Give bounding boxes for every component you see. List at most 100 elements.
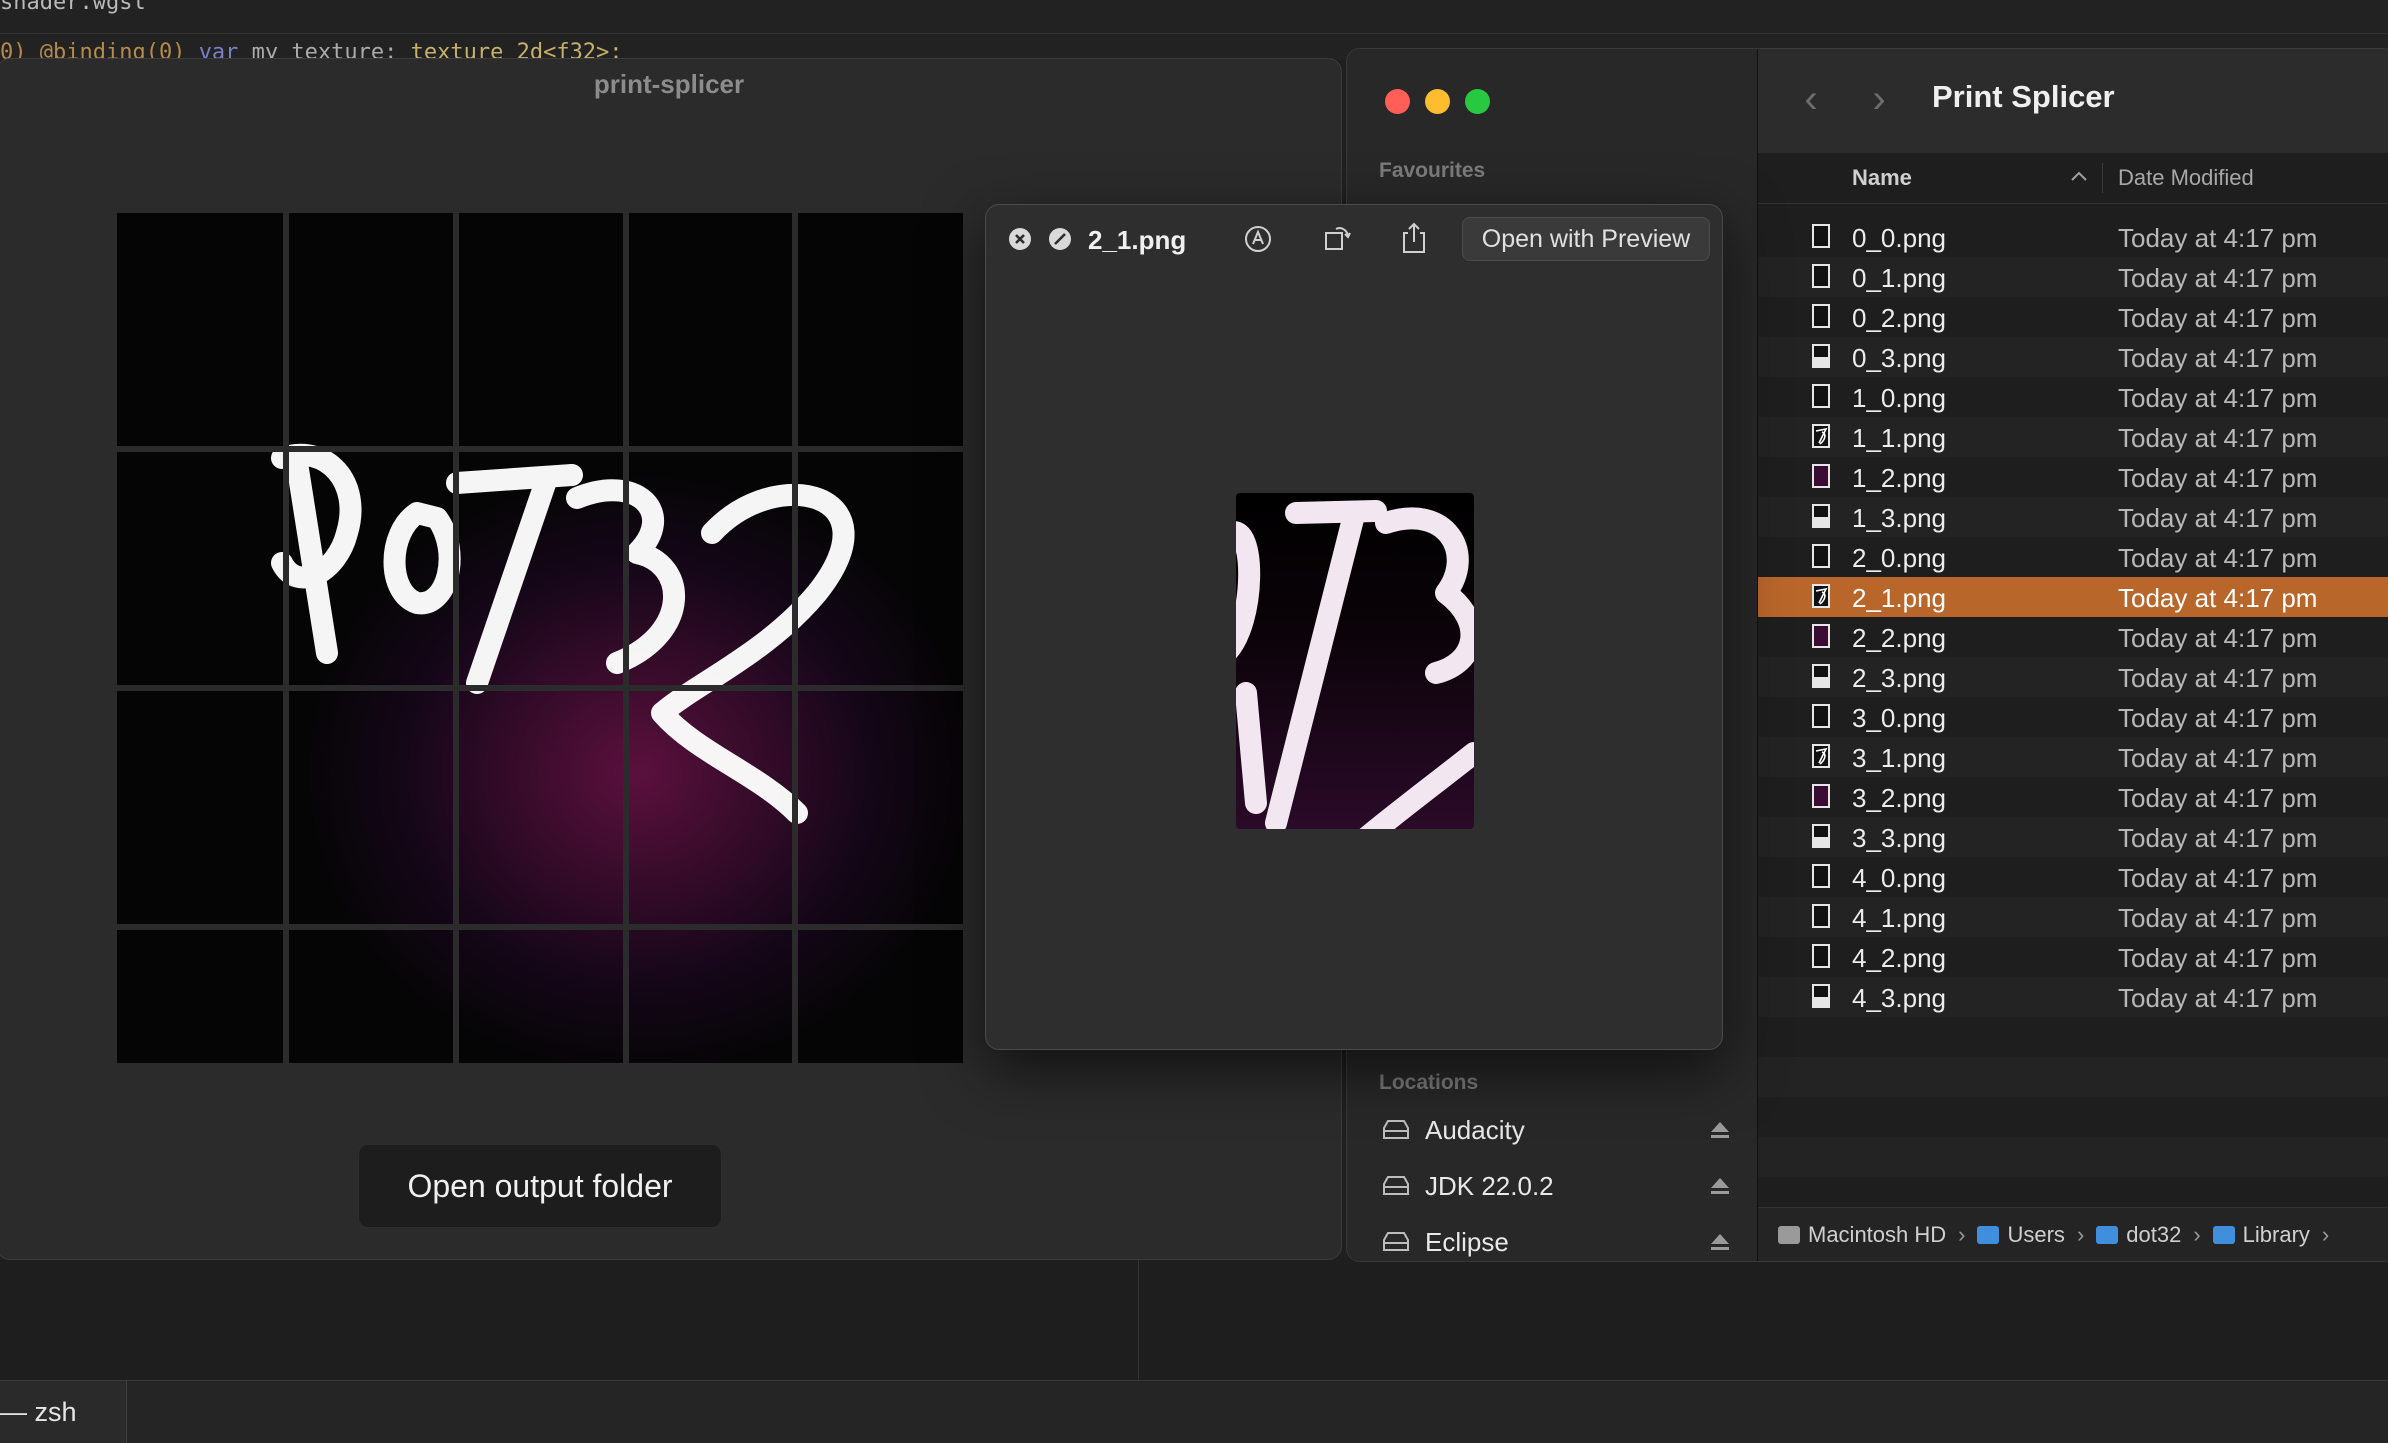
chevron-right-icon: › bbox=[2321, 1221, 2330, 1247]
file-date: Today at 4:17 pm bbox=[2118, 463, 2318, 493]
open-output-folder-button[interactable]: Open output folder bbox=[358, 1144, 722, 1228]
path-crumb-library[interactable]: Library bbox=[2212, 1222, 2310, 1248]
terminal-bar: — zsh bbox=[0, 1380, 2388, 1443]
file-name: 2_3.png bbox=[1852, 663, 1946, 693]
window-title: print-splicer bbox=[593, 69, 745, 99]
file-name: 0_0.png bbox=[1852, 223, 1946, 253]
file-row[interactable]: 4_0.png Today at 4:17 pm bbox=[1758, 857, 2388, 897]
sidebar-item-eclipse[interactable]: Eclipse bbox=[1381, 1220, 1731, 1261]
grid-dividers bbox=[117, 213, 963, 1063]
sidebar-item-jdk[interactable]: JDK 22.0.2 bbox=[1381, 1164, 1731, 1208]
png-thumbnail-icon bbox=[1812, 464, 1830, 488]
close-window-button[interactable] bbox=[1385, 89, 1410, 114]
image-preview bbox=[1236, 493, 1474, 829]
file-name: 2_0.png bbox=[1852, 543, 1946, 573]
file-row[interactable]: 2_3.png Today at 4:17 pm bbox=[1758, 657, 2388, 697]
file-date: Today at 4:17 pm bbox=[2118, 863, 2318, 893]
file-row[interactable]: 4_3.png Today at 4:17 pm bbox=[1758, 977, 2388, 1017]
file-row[interactable]: 2_0.png Today at 4:17 pm bbox=[1758, 537, 2388, 577]
png-thumbnail-icon bbox=[1812, 544, 1830, 568]
file-row[interactable]: 3_3.png Today at 4:17 pm bbox=[1758, 817, 2388, 857]
sort-ascending-icon[interactable] bbox=[2070, 169, 2088, 183]
file-date: Today at 4:17 pm bbox=[2118, 903, 2318, 933]
file-row[interactable]: 3_0.png Today at 4:17 pm bbox=[1758, 697, 2388, 737]
close-icon[interactable] bbox=[1008, 227, 1032, 251]
preview-artwork bbox=[1236, 500, 1474, 829]
favourites-header: Favourites bbox=[1379, 159, 1486, 182]
eject-icon[interactable] bbox=[1709, 1176, 1731, 1196]
png-thumbnail-icon bbox=[1812, 344, 1830, 368]
file-row[interactable]: 2_2.png Today at 4:17 pm bbox=[1758, 617, 2388, 657]
zoom-window-button[interactable] bbox=[1465, 89, 1490, 114]
column-divider[interactable] bbox=[2102, 163, 2103, 193]
back-chevron-icon[interactable]: ‹ bbox=[1796, 79, 1826, 119]
file-name: 0_1.png bbox=[1852, 263, 1946, 293]
column-date-header[interactable]: Date Modified bbox=[2118, 165, 2254, 191]
list-column-header: Name Date Modified bbox=[1758, 153, 2388, 204]
folder-icon bbox=[2212, 1225, 2235, 1244]
file-name: 2_1.png bbox=[1852, 583, 1946, 613]
file-name: 1_1.png bbox=[1852, 423, 1946, 453]
thumbnail-scribble bbox=[1815, 427, 1828, 445]
file-row[interactable]: 1_0.png Today at 4:17 pm bbox=[1758, 377, 2388, 417]
file-row[interactable]: 0_3.png Today at 4:17 pm bbox=[1758, 337, 2388, 377]
file-name: 4_2.png bbox=[1852, 943, 1946, 973]
chevron-right-icon: › bbox=[1958, 1221, 1966, 1247]
chevron-right-icon: › bbox=[2076, 1221, 2085, 1247]
file-date: Today at 4:17 pm bbox=[2118, 783, 2318, 813]
png-thumbnail-icon bbox=[1812, 504, 1830, 528]
file-row[interactable]: 4_2.png Today at 4:17 pm bbox=[1758, 937, 2388, 977]
png-thumbnail-icon bbox=[1812, 864, 1830, 888]
sidebar-item-label: Eclipse bbox=[1425, 1226, 1509, 1257]
file-name: 0_3.png bbox=[1852, 343, 1946, 373]
open-with-preview-button[interactable]: Open with Preview bbox=[1462, 217, 1710, 261]
file-date: Today at 4:17 pm bbox=[2118, 663, 2318, 693]
terminal-tab[interactable]: — zsh bbox=[0, 1381, 127, 1443]
path-crumb-dot32[interactable]: dot32 bbox=[2096, 1222, 2181, 1248]
editor-split-divider[interactable] bbox=[1138, 1260, 1139, 1380]
file-date: Today at 4:17 pm bbox=[2118, 223, 2318, 253]
file-row[interactable]: 1_2.png Today at 4:17 pm bbox=[1758, 457, 2388, 497]
forward-chevron-icon[interactable]: › bbox=[1864, 79, 1894, 119]
path-bar: Macintosh HD › Users › dot32 › Library › bbox=[1758, 1207, 2388, 1261]
file-name: 1_0.png bbox=[1852, 383, 1946, 413]
file-row[interactable]: 2_1.png Today at 4:17 pm bbox=[1758, 577, 2388, 617]
sidebar-item-audacity[interactable]: Audacity bbox=[1381, 1108, 1731, 1152]
file-row[interactable]: 1_1.png Today at 4:17 pm bbox=[1758, 417, 2388, 457]
minimize-window-button[interactable] bbox=[1425, 89, 1450, 114]
file-name: 3_3.png bbox=[1852, 823, 1946, 853]
png-thumbnail-icon bbox=[1812, 584, 1830, 608]
full-screen-icon[interactable] bbox=[1048, 227, 1072, 251]
file-date: Today at 4:17 pm bbox=[2118, 703, 2318, 733]
empty-row bbox=[1758, 1017, 2388, 1057]
thumbnail-fill bbox=[1814, 517, 1828, 526]
png-thumbnail-icon bbox=[1812, 784, 1830, 808]
file-date: Today at 4:17 pm bbox=[2118, 943, 2318, 973]
markup-pen-icon[interactable] bbox=[1244, 225, 1272, 253]
file-row[interactable]: 0_0.png Today at 4:17 pm bbox=[1758, 217, 2388, 257]
file-date: Today at 4:17 pm bbox=[2118, 263, 2318, 293]
editor-separator bbox=[0, 33, 2388, 34]
eject-icon[interactable] bbox=[1709, 1232, 1731, 1252]
eject-icon[interactable] bbox=[1709, 1120, 1731, 1140]
file-row[interactable]: 1_3.png Today at 4:17 pm bbox=[1758, 497, 2388, 537]
file-name: 4_3.png bbox=[1852, 983, 1946, 1013]
file-row[interactable]: 0_1.png Today at 4:17 pm bbox=[1758, 257, 2388, 297]
file-date: Today at 4:17 pm bbox=[2118, 743, 2318, 773]
path-crumb-users[interactable]: Users bbox=[1977, 1222, 2065, 1248]
file-date: Today at 4:17 pm bbox=[2118, 383, 2318, 413]
file-name: 0_2.png bbox=[1852, 303, 1946, 333]
file-date: Today at 4:17 pm bbox=[2118, 423, 2318, 453]
share-icon[interactable] bbox=[1400, 221, 1428, 255]
rotate-icon[interactable] bbox=[1322, 223, 1352, 253]
file-row[interactable]: 3_1.png Today at 4:17 pm bbox=[1758, 737, 2388, 777]
png-thumbnail-icon bbox=[1812, 624, 1830, 648]
file-row[interactable]: 0_2.png Today at 4:17 pm bbox=[1758, 297, 2388, 337]
file-row[interactable]: 4_1.png Today at 4:17 pm bbox=[1758, 897, 2388, 937]
file-name: 4_1.png bbox=[1852, 903, 1946, 933]
drive-icon bbox=[1383, 1232, 1409, 1251]
thumbnail-fill bbox=[1814, 357, 1828, 366]
column-name-header[interactable]: Name bbox=[1852, 165, 1912, 191]
path-crumb-macintosh-hd[interactable]: Macintosh HD bbox=[1778, 1222, 1946, 1248]
file-row[interactable]: 3_2.png Today at 4:17 pm bbox=[1758, 777, 2388, 817]
